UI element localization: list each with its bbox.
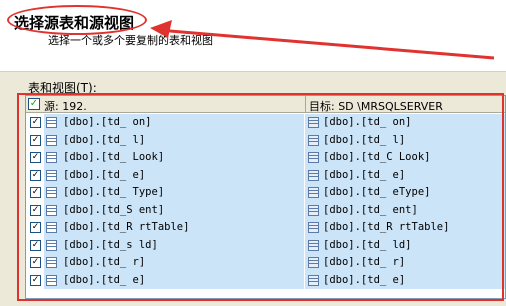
title-highlight-ellipse — [7, 5, 147, 35]
grid-highlight-box — [17, 93, 504, 301]
